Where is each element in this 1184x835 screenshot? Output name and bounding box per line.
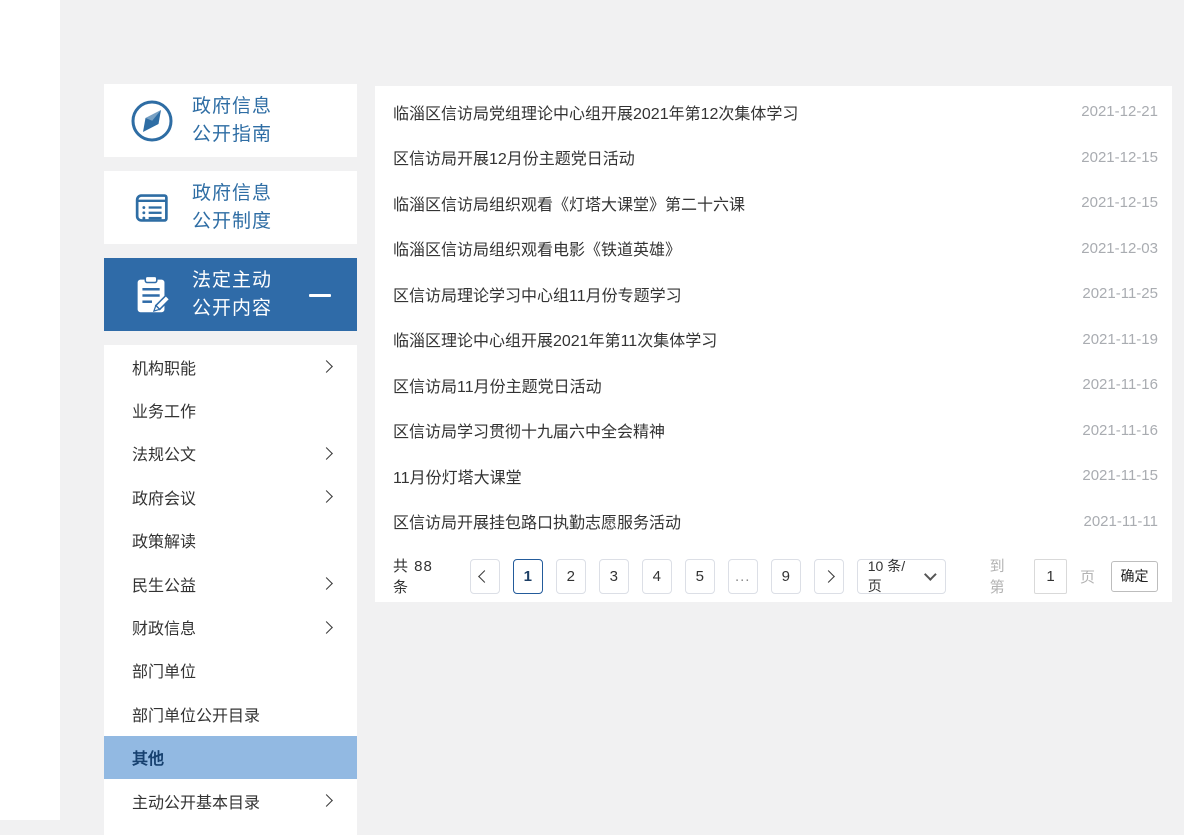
article-list: 临淄区信访局党组理论中心组开展2021年第12次集体学习 2021-12-21 …: [393, 89, 1158, 544]
clipboard-pencil-icon: [128, 271, 176, 319]
next-page-button[interactable]: [813, 558, 844, 594]
menu-item-department-catalog[interactable]: 部门单位公开目录: [104, 692, 357, 735]
menu-item-openness-guarantee[interactable]: 政务公开保障机制: [104, 822, 357, 835]
page-button-5[interactable]: 5: [684, 558, 715, 594]
article-link[interactable]: 区信访局开展挂包路口执勤志愿服务活动: [393, 509, 681, 533]
menu-item-business-work[interactable]: 业务工作: [104, 388, 357, 431]
article-link[interactable]: 临淄区信访局组织观看《灯塔大课堂》第二十六课: [393, 191, 745, 215]
article-row: 临淄区理论中心组开展2021年第11次集体学习 2021-11-19: [393, 317, 1158, 363]
article-list-panel: 临淄区信访局党组理论中心组开展2021年第12次集体学习 2021-12-21 …: [375, 86, 1172, 602]
goto-confirm-button[interactable]: 确定: [1111, 560, 1158, 592]
sidebar-menu: 机构职能 业务工作 法规公文 政府会议 政策解读 民生公益 财政信息 部门单位 …: [104, 345, 357, 835]
article-link[interactable]: 区信访局学习贯彻十九届六中全会精神: [393, 418, 665, 442]
menu-item-label: 财政信息: [132, 621, 197, 639]
article-date: 2021-12-03: [1081, 239, 1158, 257]
article-link[interactable]: 区信访局11月份主题党日活动: [393, 373, 602, 397]
article-link[interactable]: 11月份灯塔大课堂: [393, 464, 522, 488]
goto-page-suffix-label: 页: [1079, 568, 1096, 586]
article-row: 区信访局学习贯彻十九届六中全会精神 2021-11-16: [393, 408, 1158, 454]
menu-item-agency-functions[interactable]: 机构职能: [104, 345, 357, 388]
sidebar-card-open-rules[interactable]: 政府信息 公开制度: [104, 171, 357, 244]
menu-item-other[interactable]: 其他: [104, 735, 357, 779]
goto-page-input[interactable]: [1033, 558, 1067, 594]
sidebar-card-open-guide[interactable]: 政府信息 公开指南: [104, 84, 357, 157]
page-size-select[interactable]: 10 条/页: [856, 558, 946, 594]
menu-item-fiscal-info[interactable]: 财政信息: [104, 605, 357, 648]
page-button-2[interactable]: 2: [555, 558, 586, 594]
article-row: 区信访局开展12月份主题党日活动 2021-12-15: [393, 135, 1158, 181]
pagination-bar: 共 88 条 1 2 3 4 5 ... 9 10 条/页 到第 页 确定: [393, 555, 1158, 597]
page-size-value: 10 条/页: [867, 558, 906, 594]
total-count-label: 共 88 条: [393, 558, 433, 596]
page-button-9[interactable]: 9: [770, 558, 801, 594]
sidebar-card-label: 法定主动 公开内容: [192, 269, 273, 319]
menu-item-policy-interpretation[interactable]: 政策解读: [104, 519, 357, 562]
article-date: 2021-12-15: [1081, 148, 1158, 166]
menu-item-label: 部门单位: [132, 664, 197, 682]
menu-item-regulations[interactable]: 法规公文: [104, 432, 357, 475]
menu-item-label: 部门单位公开目录: [132, 707, 261, 725]
article-link[interactable]: 临淄区信访局组织观看电影《铁道英雄》: [393, 236, 681, 260]
page-button-4[interactable]: 4: [641, 558, 672, 594]
article-row: 临淄区信访局组织观看《灯塔大课堂》第二十六课 2021-12-15: [393, 180, 1158, 226]
article-link[interactable]: 临淄区理论中心组开展2021年第11次集体学习: [393, 327, 717, 351]
chevron-right-icon: [320, 447, 333, 460]
article-link[interactable]: 区信访局理论学习中心组11月份专题学习: [393, 282, 682, 306]
chevron-right-icon: [320, 794, 333, 807]
article-row: 临淄区信访局党组理论中心组开展2021年第12次集体学习 2021-12-21: [393, 89, 1158, 135]
article-date: 2021-11-16: [1082, 421, 1158, 439]
article-row: 临淄区信访局组织观看电影《铁道英雄》 2021-12-03: [393, 226, 1158, 272]
menu-item-label: 机构职能: [132, 360, 197, 378]
article-date: 2021-11-19: [1082, 330, 1158, 348]
article-date: 2021-11-11: [1083, 512, 1158, 530]
left-white-strip: [0, 0, 60, 820]
sidebar-card-label: 政府信息 公开指南: [192, 95, 273, 145]
chevron-right-icon: [320, 620, 333, 634]
article-date: 2021-12-21: [1081, 103, 1158, 121]
article-date: 2021-11-15: [1082, 467, 1158, 485]
menu-item-label: 其他: [132, 751, 165, 769]
article-row: 11月份灯塔大课堂 2021-11-15: [393, 453, 1158, 499]
chevron-left-icon: [478, 569, 492, 583]
compass-icon: [128, 97, 176, 145]
menu-item-label: 政策解读: [132, 534, 197, 552]
article-row: 区信访局开展挂包路口执勤志愿服务活动 2021-11-11: [393, 499, 1158, 545]
menu-item-departments[interactable]: 部门单位: [104, 649, 357, 692]
sidebar-card-statutory-disclosure[interactable]: 法定主动 公开内容: [104, 258, 357, 331]
book-list-icon: [128, 184, 176, 232]
page-button-1[interactable]: 1: [512, 558, 543, 594]
page-button-3[interactable]: 3: [598, 558, 629, 594]
menu-item-label: 主动公开基本目录: [132, 794, 261, 812]
chevron-right-icon: [822, 569, 836, 583]
article-date: 2021-12-15: [1081, 194, 1158, 212]
menu-item-label: 业务工作: [132, 404, 197, 422]
article-link[interactable]: 临淄区信访局党组理论中心组开展2021年第12次集体学习: [393, 100, 798, 124]
chevron-right-icon: [320, 360, 333, 374]
menu-item-label: 法规公文: [132, 447, 197, 465]
menu-item-proactive-catalog[interactable]: 主动公开基本目录: [104, 779, 357, 822]
article-date: 2021-11-16: [1082, 376, 1158, 394]
article-row: 区信访局理论学习中心组11月份专题学习 2021-11-25: [393, 271, 1158, 317]
menu-item-label: 政府会议: [132, 490, 197, 508]
sidebar: 政府信息 公开指南 政府信息 公开制度 法定主动 公开内容 机构职能 业务工作 …: [104, 84, 357, 835]
prev-page-button[interactable]: [469, 558, 500, 594]
sidebar-card-label: 政府信息 公开制度: [192, 182, 273, 232]
article-row: 区信访局11月份主题党日活动 2021-11-16: [393, 362, 1158, 408]
menu-item-government-meetings[interactable]: 政府会议: [104, 475, 357, 518]
collapse-minus-icon: [309, 293, 331, 297]
chevron-down-icon: [923, 567, 937, 581]
article-link[interactable]: 区信访局开展12月份主题党日活动: [393, 145, 635, 169]
menu-item-label: 民生公益: [132, 577, 197, 595]
page-ellipsis-button[interactable]: ...: [727, 558, 758, 594]
goto-page-prefix-label: 到第: [989, 558, 1006, 596]
menu-item-livelihood-welfare[interactable]: 民生公益: [104, 562, 357, 605]
article-date: 2021-11-25: [1082, 285, 1158, 303]
chevron-right-icon: [320, 490, 333, 504]
chevron-right-icon: [320, 577, 333, 591]
